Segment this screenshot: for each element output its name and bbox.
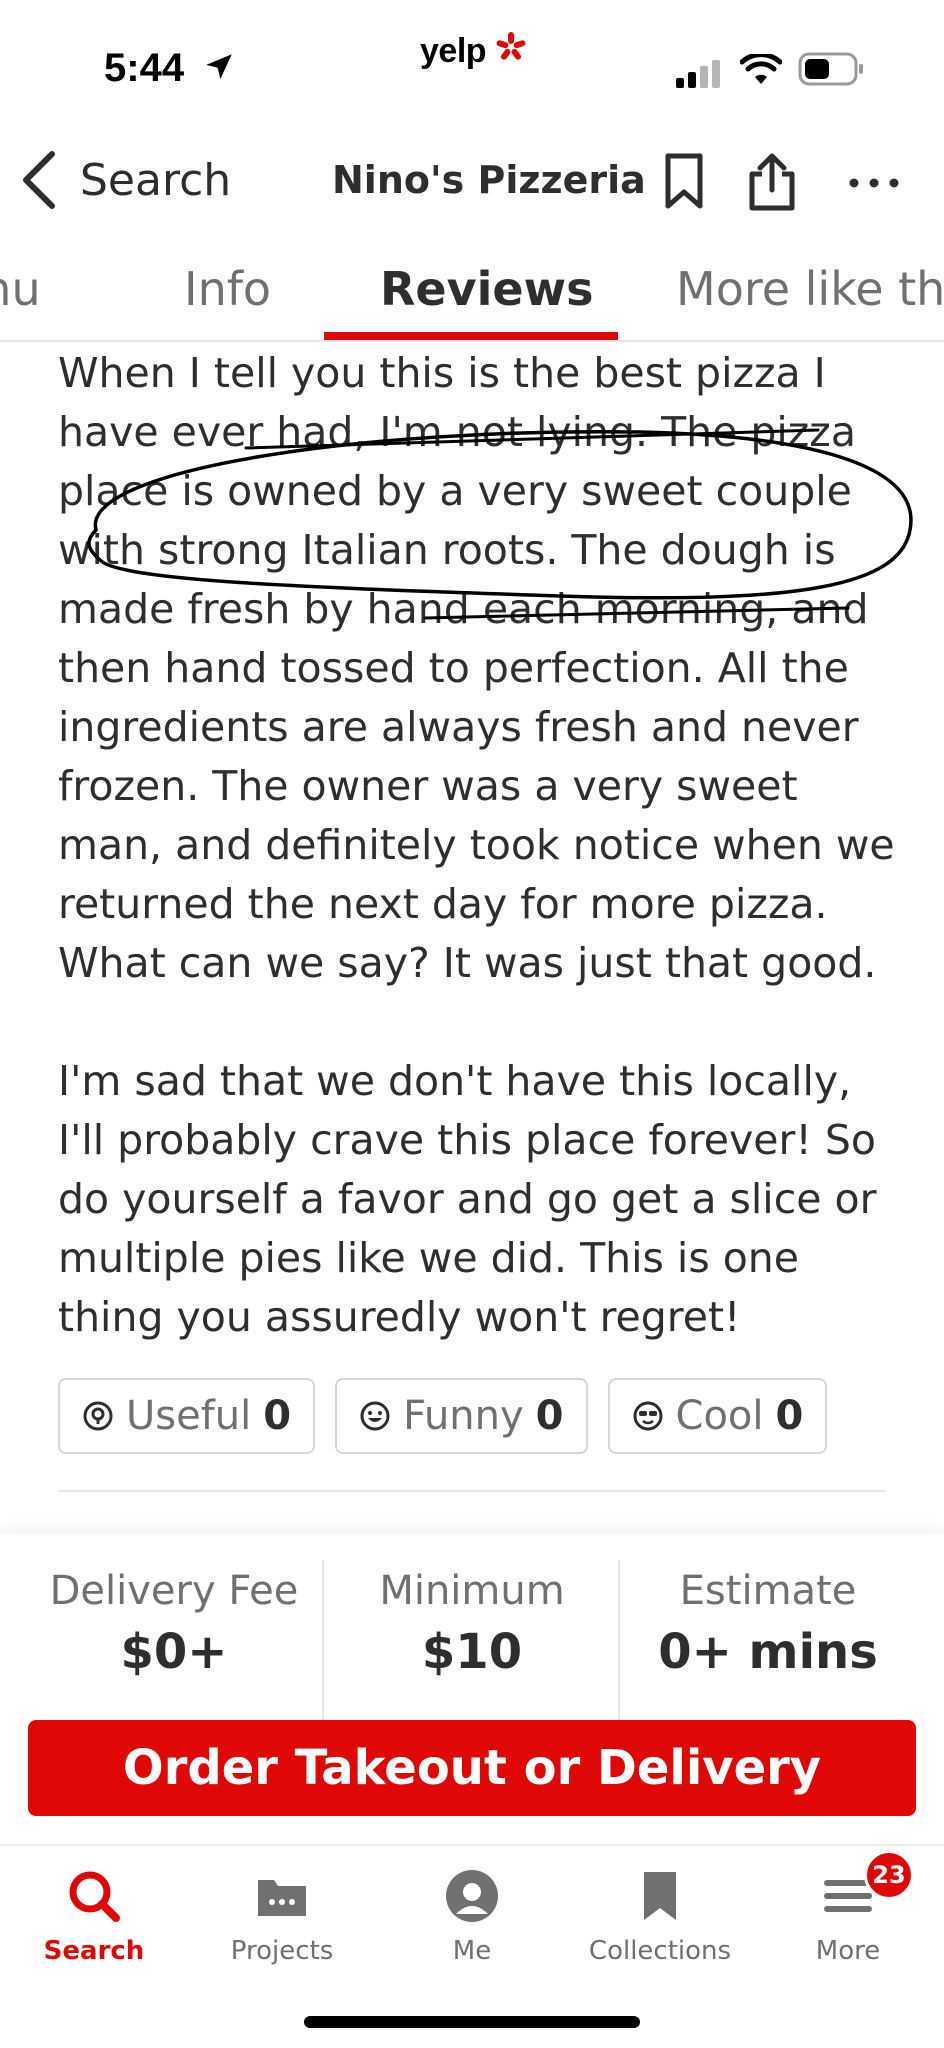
funny-count: 0 [535, 1393, 564, 1439]
profile-icon [446, 1870, 498, 1922]
yelp-burst-icon [496, 32, 526, 60]
cool-label: Cool [675, 1393, 764, 1439]
status-bar: 5:44 yelp [0, 0, 944, 130]
delivery-estimate: Estimate 0+ mins [620, 1568, 916, 1680]
business-header: Search Nino's Pizzeria [0, 140, 944, 230]
minimum-label: Minimum [379, 1568, 565, 1614]
sunglasses-icon [633, 1401, 663, 1431]
lightbulb-icon [83, 1401, 113, 1431]
bookmark-icon[interactable] [660, 150, 708, 212]
delivery-minimum: Minimum $10 [324, 1568, 620, 1680]
smiley-icon [360, 1401, 390, 1431]
battery-icon [798, 52, 863, 86]
status-time: 5:44 [104, 46, 185, 90]
tabbar-collections-label: Collections [588, 1936, 732, 1966]
collections-bookmark-icon [644, 1872, 676, 1920]
tabbar-more[interactable]: More 23 [754, 1850, 942, 1966]
funny-label: Funny [403, 1393, 524, 1439]
review-paragraph: When I tell you this is the best pizza I… [58, 349, 895, 987]
tabbar-projects[interactable]: Projects [188, 1866, 376, 1966]
more-icon[interactable] [848, 176, 900, 190]
tabbar-more-label: More [815, 1936, 881, 1966]
minimum-value: $10 [421, 1624, 523, 1680]
tabbar-projects-label: Projects [230, 1936, 334, 1966]
estimate-label: Estimate [679, 1568, 857, 1614]
review-text: When I tell you this is the best pizza I… [58, 344, 898, 1406]
tabbar-me[interactable]: Me [378, 1866, 566, 1966]
back-chevron-icon [23, 151, 55, 209]
wifi-icon [740, 54, 782, 84]
delivery-panel: Delivery Fee $0+ Minimum $10 Estimate 0+… [0, 1534, 944, 1844]
tab-reviews[interactable]: Reviews [380, 262, 593, 316]
review-reactions: Useful 0 Funny 0 Cool 0 [58, 1378, 828, 1454]
location-arrow-icon [206, 54, 232, 80]
funny-button[interactable]: Funny 0 [335, 1378, 588, 1454]
projects-icon [258, 1880, 306, 1916]
tab-menu[interactable]: enu [0, 262, 41, 316]
search-icon [69, 1871, 120, 1922]
active-tab-indicator [324, 332, 618, 340]
delivery-fee-value: $0+ [120, 1624, 228, 1680]
useful-label: Useful [126, 1393, 252, 1439]
tabbar-me-label: Me [452, 1936, 492, 1966]
home-indicator [304, 2016, 640, 2028]
tabbar-search[interactable]: Search [0, 1866, 188, 1966]
business-tabs: enu Info Reviews More like th [0, 252, 944, 342]
business-name: Nino's Pizzeria [332, 158, 646, 202]
tabbar-collections[interactable]: Collections [566, 1866, 754, 1966]
useful-button[interactable]: Useful 0 [58, 1378, 316, 1454]
estimate-value: 0+ mins [658, 1624, 878, 1680]
review-paragraph: I'm sad that we don't have this locally,… [58, 1057, 877, 1341]
divider [58, 1490, 886, 1492]
share-icon[interactable] [744, 150, 800, 214]
tab-info[interactable]: Info [184, 262, 271, 316]
tabbar-search-label: Search [43, 1936, 145, 1966]
delivery-fee-label: Delivery Fee [49, 1568, 299, 1614]
yelp-wordmark: yelp [420, 32, 487, 70]
notification-badge: 23 [864, 1850, 914, 1900]
cellular-signal-icon [676, 60, 720, 88]
cool-button[interactable]: Cool 0 [607, 1378, 828, 1454]
back-label: Search [80, 154, 232, 206]
delivery-fee: Delivery Fee $0+ [26, 1568, 322, 1680]
cool-count: 0 [775, 1393, 804, 1439]
back-button[interactable]: Search [18, 140, 231, 220]
useful-count: 0 [263, 1393, 292, 1439]
tab-more-like-this[interactable]: More like th [676, 262, 944, 316]
order-takeout-delivery-button[interactable]: Order Takeout or Delivery [28, 1720, 916, 1816]
